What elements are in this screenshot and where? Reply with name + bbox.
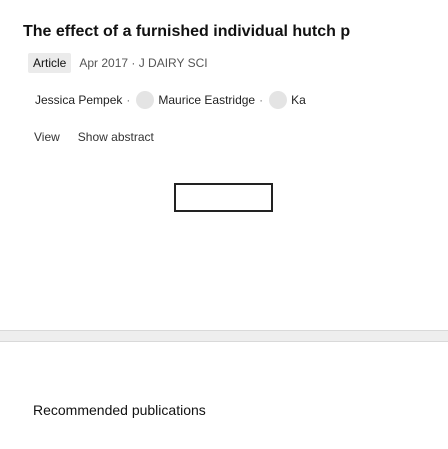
view-button[interactable]: View — [34, 130, 60, 144]
publication-meta: Article Apr 2017 · J DAIRY SCI — [28, 53, 208, 73]
show-abstract-button[interactable]: Show abstract — [78, 130, 154, 144]
preview-placeholder — [174, 183, 273, 212]
author-name: Jessica Pempek — [35, 93, 123, 107]
recommended-card — [0, 341, 448, 449]
article-type-badge: Article — [28, 53, 72, 73]
author-item[interactable]: Maurice Eastridge · — [136, 91, 269, 109]
publication-title[interactable]: The effect of a furnished individual hut… — [23, 22, 350, 42]
publication-actions: View Show abstract — [34, 130, 172, 144]
publication-date-journal: Apr 2017 · J DAIRY SCI — [79, 56, 208, 70]
author-name: Ka — [291, 93, 306, 107]
publication-card: The effect of a furnished individual hut… — [0, 0, 448, 331]
author-item[interactable]: Jessica Pempek · — [35, 93, 136, 107]
author-separator: · — [259, 93, 264, 107]
author-item[interactable]: Ka — [269, 91, 306, 109]
author-list: Jessica Pempek · Maurice Eastridge · Ka — [35, 91, 306, 109]
avatar — [136, 91, 155, 109]
recommended-publications-heading: Recommended publications — [33, 402, 206, 418]
author-name: Maurice Eastridge — [158, 93, 256, 107]
author-separator: · — [126, 93, 131, 107]
avatar — [269, 91, 288, 109]
